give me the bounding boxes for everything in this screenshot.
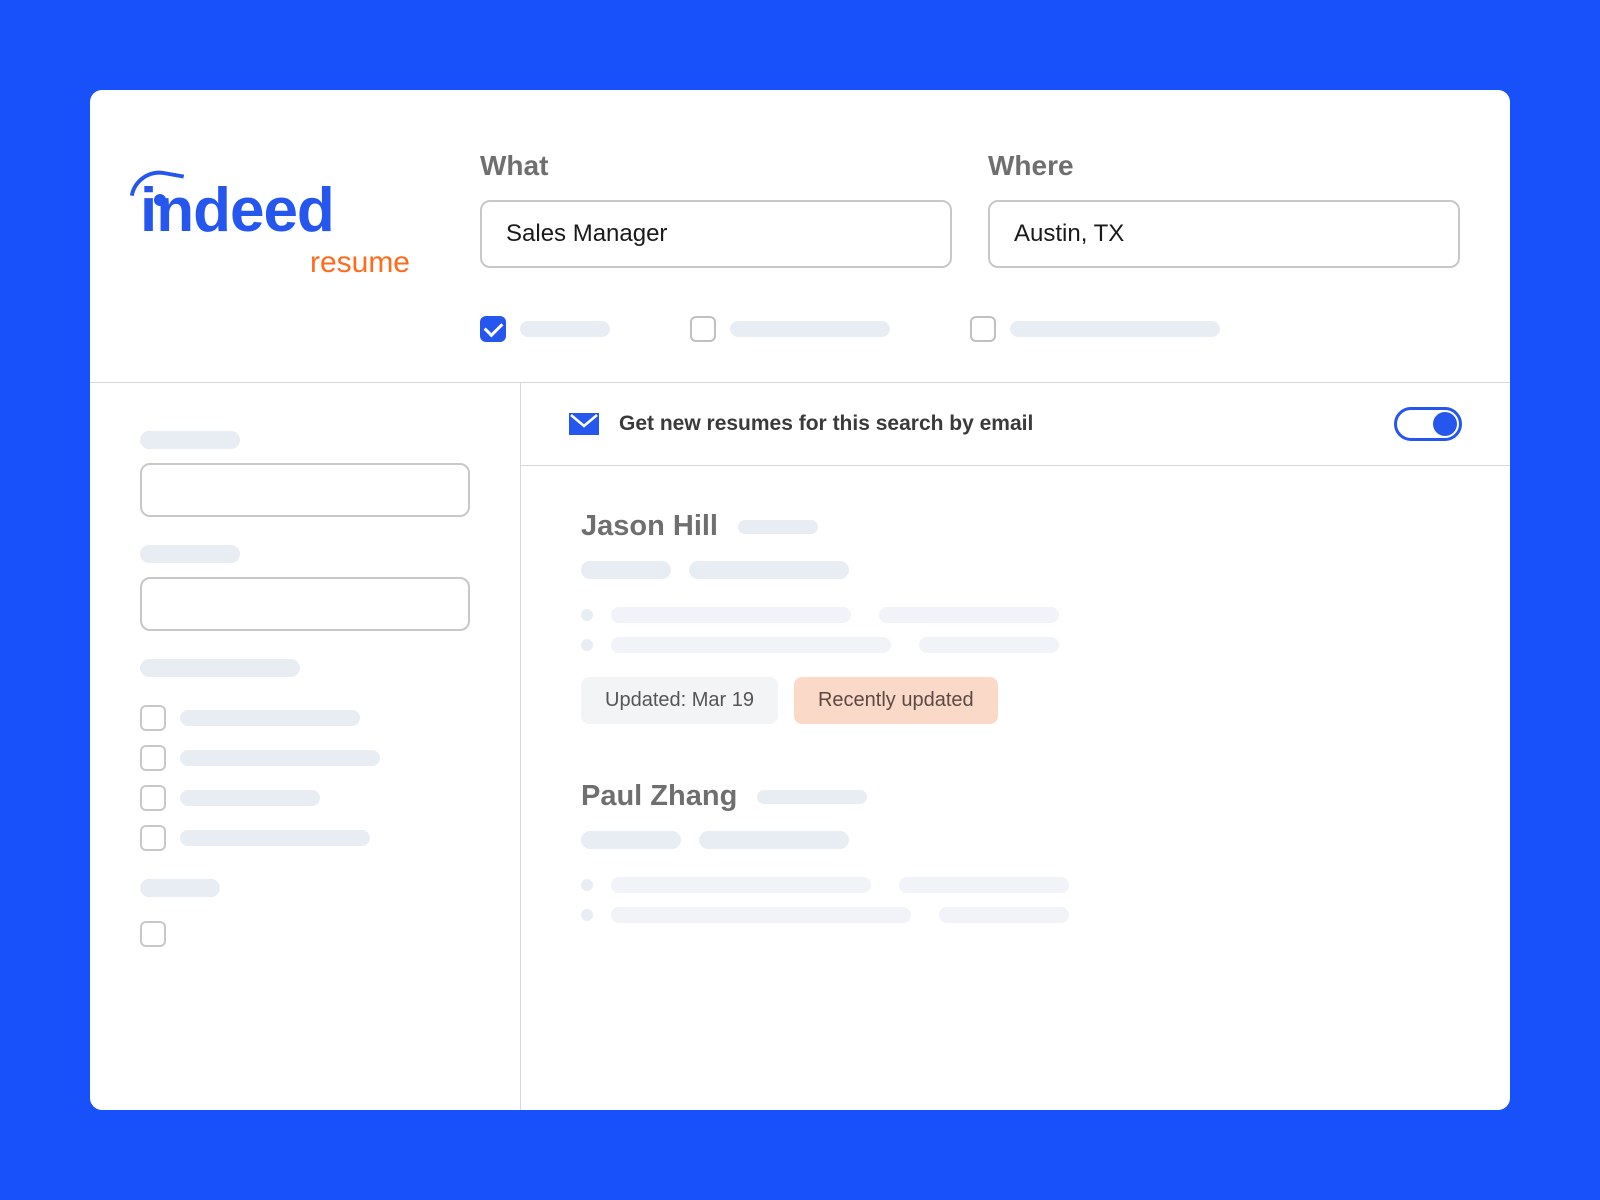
header: indeed resume What Where xyxy=(90,90,1510,280)
where-field-group: Where xyxy=(988,150,1460,268)
search-fields: What Where xyxy=(480,150,1460,268)
detail-placeholder xyxy=(899,877,1069,893)
main-panel: Get new resumes for this search by email… xyxy=(520,383,1510,1110)
content-area: Get new resumes for this search by email… xyxy=(90,382,1510,1110)
sidebar-check-row xyxy=(140,785,470,811)
candidate-sub-placeholder xyxy=(581,831,681,849)
sidebar-input-1[interactable] xyxy=(140,463,470,517)
candidate-sub-row xyxy=(581,831,1450,849)
bullet-icon xyxy=(581,909,593,921)
candidate-name-row: Paul Zhang xyxy=(581,780,1450,813)
candidate-card[interactable]: Paul Zhang xyxy=(581,780,1450,923)
detail-placeholder xyxy=(879,607,1059,623)
sidebar-label-placeholder xyxy=(140,879,220,897)
badge-row: Updated: Mar 19 Recently updated xyxy=(581,677,1450,724)
filter-item-1 xyxy=(480,316,610,342)
app-window: indeed resume What Where xyxy=(90,90,1510,1110)
filter-item-3 xyxy=(970,316,1220,342)
sidebar-check-row xyxy=(140,921,470,947)
alert-text: Get new resumes for this search by email xyxy=(619,412,1374,436)
candidate-sub-placeholder xyxy=(581,561,671,579)
candidate-sub-placeholder xyxy=(689,561,849,579)
candidate-meta-placeholder xyxy=(738,520,818,534)
sidebar-checkbox[interactable] xyxy=(140,745,166,771)
mail-icon xyxy=(569,413,599,435)
sidebar-label-placeholder xyxy=(140,431,240,449)
detail-placeholder xyxy=(939,907,1069,923)
logo-subtext: resume xyxy=(140,246,430,280)
sidebar-input-2[interactable] xyxy=(140,577,470,631)
candidate-name: Jason Hill xyxy=(581,510,718,543)
recently-updated-badge: Recently updated xyxy=(794,677,998,724)
updated-badge: Updated: Mar 19 xyxy=(581,677,778,724)
sidebar-checkbox[interactable] xyxy=(140,825,166,851)
filter-label-placeholder xyxy=(1010,321,1220,337)
candidate-sub-row xyxy=(581,561,1450,579)
candidate-detail-row xyxy=(581,907,1450,923)
candidate-name: Paul Zhang xyxy=(581,780,737,813)
what-label: What xyxy=(480,150,952,182)
sidebar-check-row xyxy=(140,745,470,771)
detail-placeholder xyxy=(611,637,891,653)
results-list: Jason Hill xyxy=(521,466,1510,1023)
sidebar-check-label-placeholder xyxy=(180,830,370,846)
logo-dot-icon xyxy=(154,194,166,206)
sidebar-checkbox[interactable] xyxy=(140,785,166,811)
bullet-icon xyxy=(581,879,593,891)
candidate-card[interactable]: Jason Hill xyxy=(581,510,1450,724)
detail-placeholder xyxy=(611,607,851,623)
filter-row xyxy=(90,280,1510,382)
candidate-sub-placeholder xyxy=(699,831,849,849)
sidebar-check-row xyxy=(140,705,470,731)
what-input[interactable] xyxy=(480,200,952,268)
sidebar-label-placeholder xyxy=(140,659,300,677)
bullet-icon xyxy=(581,639,593,651)
email-alert-toggle[interactable] xyxy=(1394,407,1462,441)
filter-checkbox-2[interactable] xyxy=(690,316,716,342)
bullet-icon xyxy=(581,609,593,621)
logo-text: indeed xyxy=(140,180,430,242)
sidebar-check-row xyxy=(140,825,470,851)
candidate-meta-placeholder xyxy=(757,790,867,804)
what-field-group: What xyxy=(480,150,952,268)
sidebar-check-label-placeholder xyxy=(180,790,320,806)
filter-item-2 xyxy=(690,316,890,342)
candidate-detail-row xyxy=(581,877,1450,893)
sidebar-check-label-placeholder xyxy=(180,750,380,766)
where-label: Where xyxy=(988,150,1460,182)
candidate-detail-row xyxy=(581,607,1450,623)
candidate-name-row: Jason Hill xyxy=(581,510,1450,543)
filter-label-placeholder xyxy=(520,321,610,337)
candidate-detail-row xyxy=(581,637,1450,653)
sidebar-check-label-placeholder xyxy=(180,710,360,726)
where-input[interactable] xyxy=(988,200,1460,268)
sidebar-checkbox[interactable] xyxy=(140,705,166,731)
filter-label-placeholder xyxy=(730,321,890,337)
sidebar xyxy=(90,383,520,1110)
email-alert-bar: Get new resumes for this search by email xyxy=(521,383,1510,466)
logo: indeed resume xyxy=(140,150,430,280)
filter-checkbox-3[interactable] xyxy=(970,316,996,342)
detail-placeholder xyxy=(611,877,871,893)
sidebar-label-placeholder xyxy=(140,545,240,563)
toggle-knob xyxy=(1433,412,1457,436)
sidebar-checkbox[interactable] xyxy=(140,921,166,947)
detail-placeholder xyxy=(919,637,1059,653)
filter-checkbox-1[interactable] xyxy=(480,316,506,342)
detail-placeholder xyxy=(611,907,911,923)
